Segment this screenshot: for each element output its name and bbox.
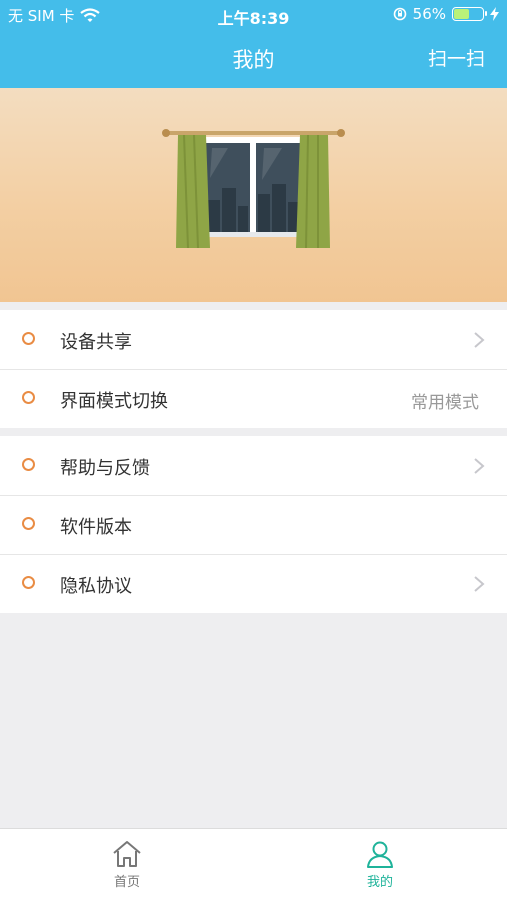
user-icon bbox=[367, 841, 393, 868]
tab-mine[interactable]: 我的 bbox=[320, 839, 440, 890]
bullet-icon bbox=[22, 458, 35, 471]
software-version-row[interactable]: 软件版本 bbox=[0, 495, 507, 554]
tab-mine-label: 我的 bbox=[366, 875, 393, 890]
help-feedback-row[interactable]: 帮助与反馈 bbox=[0, 436, 507, 495]
privacy-policy-row[interactable]: 隐私协议 bbox=[0, 554, 507, 613]
status-bar: 无 SIM 卡 上午8:39 56% bbox=[0, 0, 507, 30]
charging-bolt-icon bbox=[490, 7, 499, 21]
tab-home-label: 首页 bbox=[113, 875, 140, 890]
bullet-icon bbox=[22, 517, 35, 530]
settings-group-2: 帮助与反馈 软件版本 隐私协议 bbox=[0, 436, 507, 613]
battery-percent: 56% bbox=[412, 5, 446, 23]
chevron-right-icon bbox=[474, 332, 485, 348]
tab-home[interactable]: 首页 bbox=[67, 839, 187, 890]
ui-mode-value: 常用模式 bbox=[411, 393, 479, 413]
bullet-icon bbox=[22, 576, 35, 589]
settings-group-1: 设备共享 界面模式切换 常用模式 bbox=[0, 310, 507, 428]
banner-image bbox=[0, 88, 507, 302]
ui-mode-switch-row[interactable]: 界面模式切换 常用模式 bbox=[0, 369, 507, 428]
device-share-row[interactable]: 设备共享 bbox=[0, 310, 507, 369]
chevron-right-icon bbox=[474, 576, 485, 592]
home-icon bbox=[113, 841, 141, 867]
help-feedback-label: 帮助与反馈 bbox=[60, 458, 150, 479]
software-version-label: 软件版本 bbox=[60, 517, 132, 538]
header: 无 SIM 卡 上午8:39 56% 我的 扫一扫 bbox=[0, 0, 507, 88]
tab-bar: 首页 我的 bbox=[0, 828, 507, 901]
ui-mode-label: 界面模式切换 bbox=[60, 391, 168, 412]
device-share-label: 设备共享 bbox=[60, 332, 132, 353]
battery-icon bbox=[452, 7, 487, 21]
orientation-lock-icon bbox=[393, 7, 406, 21]
privacy-policy-label: 隐私协议 bbox=[60, 576, 132, 597]
chevron-right-icon bbox=[474, 458, 485, 474]
bullet-icon bbox=[22, 391, 35, 404]
window-illustration bbox=[162, 129, 345, 249]
battery-level bbox=[454, 9, 469, 19]
scan-button[interactable]: 扫一扫 bbox=[428, 44, 485, 71]
bullet-icon bbox=[22, 332, 35, 345]
nav-bar: 我的 扫一扫 bbox=[0, 30, 507, 88]
